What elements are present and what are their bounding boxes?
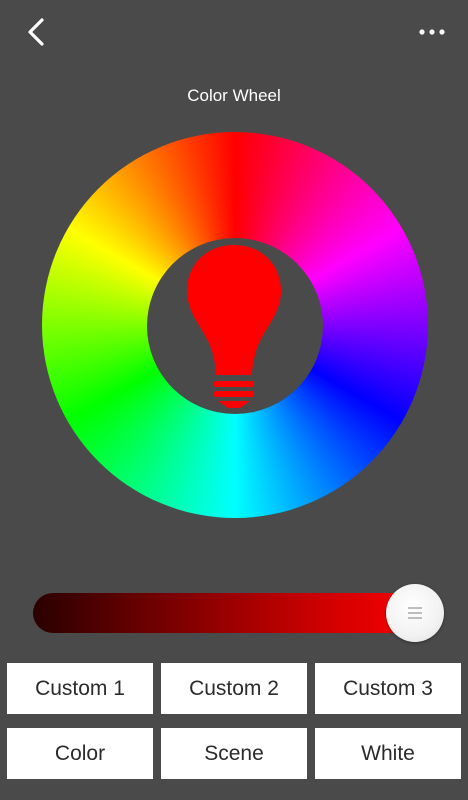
brightness-slider-track[interactable]	[33, 593, 428, 633]
custom-1-button[interactable]: Custom 1	[7, 663, 153, 714]
more-options-button[interactable]	[414, 14, 450, 50]
color-mode-button[interactable]: Color	[7, 728, 153, 779]
chevron-left-icon	[28, 18, 44, 46]
brightness-slider-thumb[interactable]	[386, 584, 444, 642]
custom-3-button[interactable]: Custom 3	[315, 663, 461, 714]
grip-line	[408, 617, 422, 619]
grip-line	[408, 612, 422, 614]
grip-line	[408, 607, 422, 609]
white-mode-button[interactable]: White	[315, 728, 461, 779]
page-title: Color Wheel	[187, 86, 281, 105]
custom-2-button[interactable]: Custom 2	[161, 663, 307, 714]
back-button[interactable]	[18, 12, 58, 52]
more-horizontal-icon	[419, 29, 445, 35]
lightbulb-icon	[187, 245, 281, 408]
scene-mode-button[interactable]: Scene	[161, 728, 307, 779]
